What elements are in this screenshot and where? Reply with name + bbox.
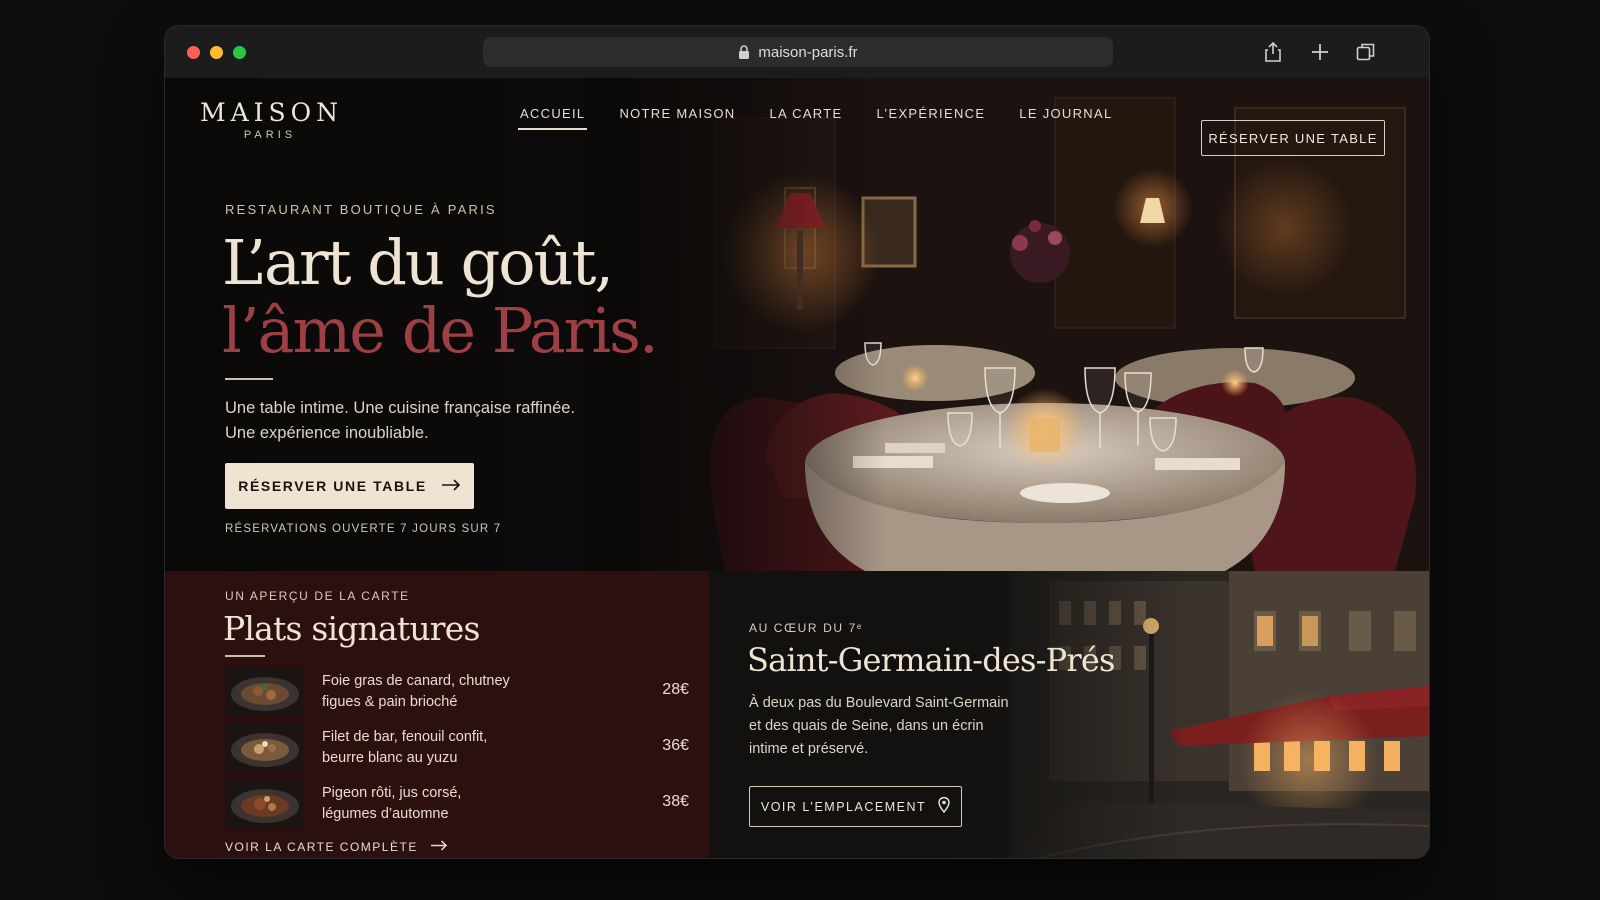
browser-titlebar: maison-paris.fr bbox=[165, 26, 1429, 79]
dish-price: 36€ bbox=[662, 737, 689, 754]
location-description: À deux pas du Boulevard Saint-Germain et… bbox=[749, 692, 1049, 761]
browser-window: maison-paris.fr MAISON PARIS ACCUEIL NOT… bbox=[165, 26, 1429, 858]
dish-item[interactable]: Foie gras de canard, chutney figues & pa… bbox=[225, 668, 689, 716]
dish-photo bbox=[225, 780, 304, 828]
dish-price: 28€ bbox=[662, 681, 689, 698]
hero-section: MAISON PARIS ACCUEIL NOTRE MAISON LA CAR… bbox=[165, 78, 1429, 571]
location-panel: AU CŒUR DU 7ᵉ Saint-Germain-des-Prés À d… bbox=[709, 571, 1429, 858]
menu-divider bbox=[225, 655, 265, 657]
lock-icon bbox=[738, 45, 750, 59]
hero-description-line2: Une expérience inoubliable. bbox=[225, 424, 429, 442]
address-bar[interactable]: maison-paris.fr bbox=[483, 37, 1113, 67]
reservation-note: RÉSERVATIONS OUVERTE 7 JOURS SUR 7 bbox=[225, 523, 502, 535]
location-kicker: AU CŒUR DU 7ᵉ bbox=[749, 621, 863, 635]
dish-name-line2: légumes d’automne bbox=[322, 806, 449, 822]
dish-photo bbox=[225, 668, 304, 716]
dish-name-line2: figues & pain brioché bbox=[322, 694, 458, 710]
hero-headline-line2: l’âme de Paris. bbox=[222, 294, 659, 367]
dish-name: Pigeon rôti, jus corsé, légumes d’automn… bbox=[322, 783, 552, 825]
location-description-line3: intime et préservé. bbox=[749, 741, 869, 757]
dish-price: 38€ bbox=[662, 793, 689, 810]
hero-description: Une table intime. Une cuisine française … bbox=[225, 396, 645, 446]
dish-item[interactable]: Pigeon rôti, jus corsé, légumes d’automn… bbox=[225, 780, 689, 828]
main-nav: ACCUEIL NOTRE MAISON LA CARTE L’EXPÉRIEN… bbox=[517, 106, 1113, 130]
signature-dishes-panel: UN APERÇU DE LA CARTE Plats signatures F… bbox=[165, 571, 710, 858]
nav-item-experience[interactable]: L’EXPÉRIENCE bbox=[876, 106, 985, 130]
dish-name: Foie gras de canard, chutney figues & pa… bbox=[322, 671, 552, 713]
location-description-line1: À deux pas du Boulevard Saint-Germain bbox=[749, 695, 1009, 711]
dish-name: Filet de bar, fenouil confit, beurre bla… bbox=[322, 727, 552, 769]
arrow-right-icon bbox=[430, 840, 448, 854]
share-icon[interactable] bbox=[1262, 41, 1284, 63]
location-title: Saint-Germain-des-Prés bbox=[747, 641, 1115, 679]
logo-subtitle: PARIS bbox=[243, 129, 297, 141]
address-url: maison-paris.fr bbox=[758, 43, 858, 61]
brand-logo[interactable]: MAISON PARIS bbox=[200, 98, 340, 141]
hero-divider bbox=[225, 378, 273, 380]
menu-kicker: UN APERÇU DE LA CARTE bbox=[225, 589, 410, 603]
header-reserve-button[interactable]: RÉSERVER UNE TABLE bbox=[1201, 120, 1385, 156]
new-tab-icon[interactable] bbox=[1309, 41, 1331, 63]
map-pin-icon bbox=[938, 796, 950, 816]
nav-item-notre-maison[interactable]: NOTRE MAISON bbox=[619, 106, 735, 130]
zoom-window-button[interactable] bbox=[233, 46, 246, 59]
dish-item[interactable]: Filet de bar, fenouil confit, beurre bla… bbox=[225, 724, 689, 772]
dish-name-line1: Pigeon rôti, jus corsé, bbox=[322, 785, 462, 801]
full-menu-label: VOIR LA CARTE COMPLÈTE bbox=[225, 840, 418, 854]
nav-item-accueil[interactable]: ACCUEIL bbox=[517, 106, 588, 130]
tabs-overview-icon[interactable] bbox=[1355, 41, 1377, 63]
hero-reserve-label: RÉSERVER UNE TABLE bbox=[238, 478, 427, 494]
dish-name-line2: beurre blanc au yuzu bbox=[322, 750, 458, 766]
minimize-window-button[interactable] bbox=[210, 46, 223, 59]
close-window-button[interactable] bbox=[187, 46, 200, 59]
menu-title: Plats signatures bbox=[223, 609, 480, 648]
hero-description-line1: Une table intime. Une cuisine française … bbox=[225, 399, 576, 417]
arrow-right-icon bbox=[441, 478, 461, 494]
logo-wordmark: MAISON bbox=[200, 98, 344, 127]
hero-headline-line1: L’art du goût, bbox=[222, 226, 614, 299]
view-location-button[interactable]: VOIR L’EMPLACEMENT bbox=[749, 786, 962, 827]
hero-reserve-button[interactable]: RÉSERVER UNE TABLE bbox=[225, 463, 474, 509]
dish-name-line1: Filet de bar, fenouil confit, bbox=[322, 729, 488, 745]
hero-kicker: RESTAURANT BOUTIQUE À PARIS bbox=[225, 202, 497, 217]
dish-name-line1: Foie gras de canard, chutney bbox=[322, 673, 510, 689]
nav-item-la-carte[interactable]: LA CARTE bbox=[769, 106, 842, 130]
nav-item-le-journal[interactable]: LE JOURNAL bbox=[1019, 106, 1112, 130]
dish-photo bbox=[225, 724, 304, 772]
full-menu-link[interactable]: VOIR LA CARTE COMPLÈTE bbox=[225, 840, 448, 854]
view-location-label: VOIR L’EMPLACEMENT bbox=[760, 799, 927, 814]
location-description-line2: et des quais de Seine, dans un écrin bbox=[749, 718, 984, 734]
